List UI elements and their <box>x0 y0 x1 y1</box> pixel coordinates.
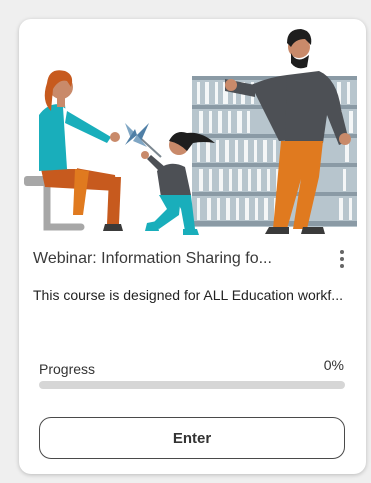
enter-button[interactable]: Enter <box>39 417 345 459</box>
vertical-ellipsis-icon <box>340 250 344 268</box>
progress-label: Progress <box>39 361 96 377</box>
course-illustration <box>24 29 357 235</box>
more-options-button[interactable] <box>335 248 349 270</box>
seated-woman-figure <box>24 70 123 231</box>
progress-bar <box>39 381 345 389</box>
course-description: This course is designed for ALL Educatio… <box>33 287 343 303</box>
progress-value: 0% <box>323 357 344 373</box>
course-title[interactable]: Webinar: Information Sharing fo... <box>33 249 318 269</box>
course-card[interactable]: Webinar: Information Sharing fo... This … <box>19 19 366 474</box>
